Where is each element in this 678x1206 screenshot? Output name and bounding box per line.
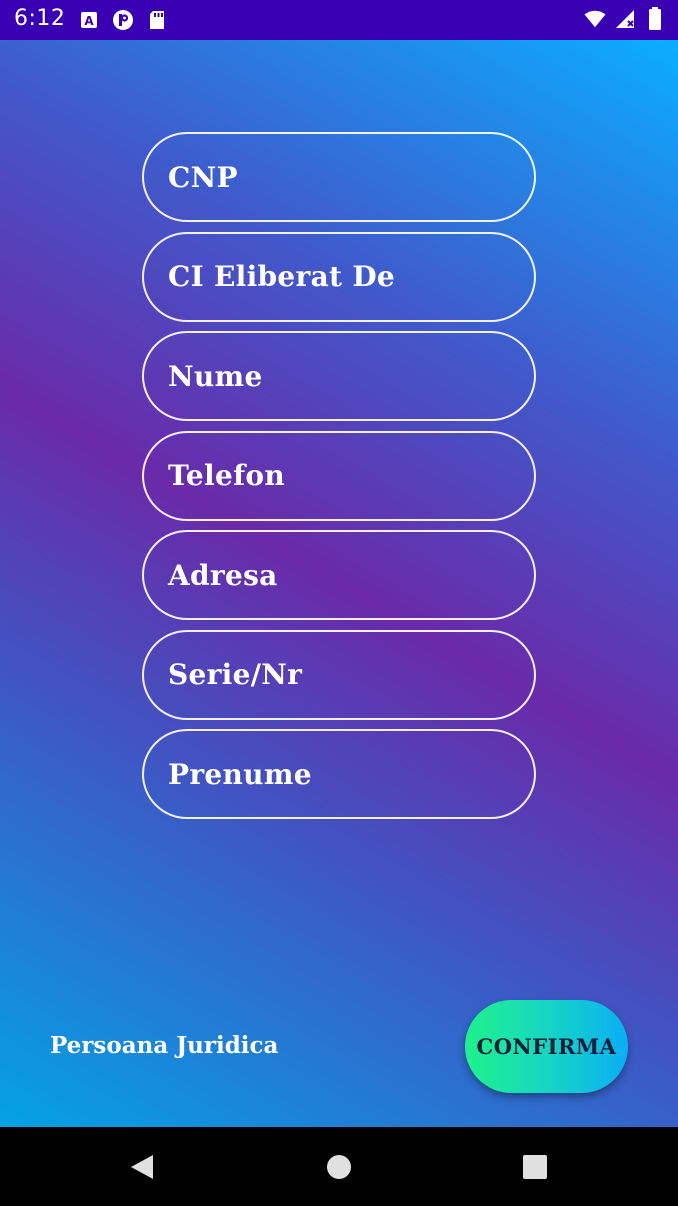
system-icons [584,7,666,30]
personal-data-form: CNP CI Eliberat De Nume Telefon Adresa S… [142,132,536,829]
status-bar: 6:12 A [0,0,678,40]
navigation-bar [0,1127,678,1206]
back-icon[interactable] [128,1153,156,1181]
home-icon[interactable] [325,1153,353,1181]
ci-eliberat-de-field[interactable]: CI Eliberat De [142,231,536,322]
confirm-button-label: CONFIRMA [476,1034,617,1059]
app-content: CNP CI Eliberat De Nume Telefon Adresa S… [0,40,678,1127]
nume-field-label: Nume [168,359,263,393]
svg-text:A: A [84,14,94,28]
text-a-icon: A [78,9,100,31]
ci-eliberat-de-field-label: CI Eliberat De [168,260,396,293]
recents-icon[interactable] [521,1153,549,1181]
telefon-field[interactable]: Telefon [142,430,536,521]
notification-icons: A [78,9,168,31]
wifi-icon [584,8,606,30]
persoana-juridica-link[interactable]: Persoana Juridica [50,1032,278,1059]
sd-card-icon [146,9,168,31]
telefon-field-label: Telefon [168,459,286,492]
battery-icon [644,7,666,30]
confirm-button[interactable]: CONFIRMA [465,1000,628,1093]
signal-icon [614,8,636,30]
cnp-field[interactable]: CNP [142,132,536,222]
adresa-field-label: Adresa [168,558,278,592]
adresa-field[interactable]: Adresa [142,530,536,620]
prenume-field-label: Prenume [168,757,312,791]
nume-field[interactable]: Nume [142,331,536,421]
serie-nr-field-label: Serie/Nr [168,658,303,691]
prenume-field[interactable]: Prenume [142,729,536,819]
cnp-field-label: CNP [168,160,238,194]
app-screen: 6:12 A CNP CI Eliberat De Nume Telefon A… [0,0,678,1206]
serie-nr-field[interactable]: Serie/Nr [142,629,536,720]
p-badge-icon [112,9,134,31]
status-time: 6:12 [14,6,66,31]
